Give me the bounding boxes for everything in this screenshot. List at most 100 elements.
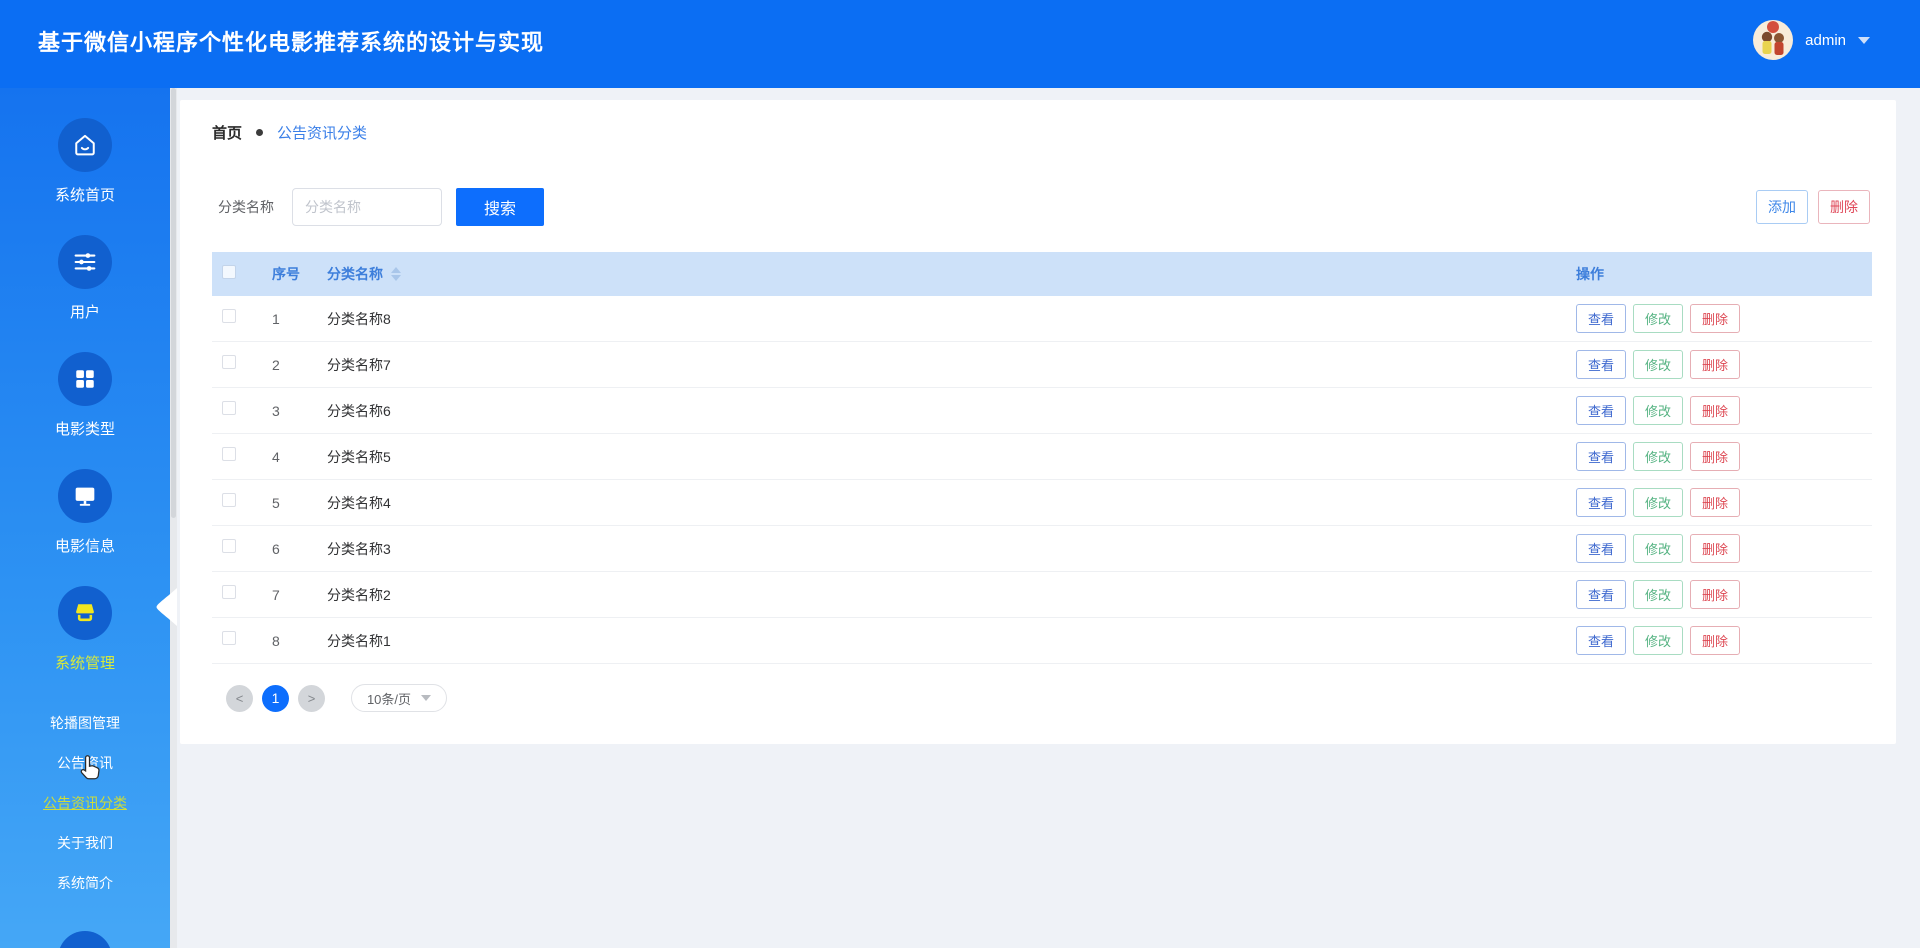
delete-button[interactable]: 删除 [1818,190,1870,224]
select-all-checkbox[interactable] [222,264,236,279]
row-category-name: 分类名称1 [327,632,391,649]
table-row: 8 分类名称1 查看 修改 删除 [212,618,1872,664]
row-delete-button[interactable]: 删除 [1690,626,1740,655]
sliders-icon [58,235,112,289]
sidebar-main-nav: 系统首页用户电影类型电影信息系统管理 [0,88,170,673]
table-row: 5 分类名称4 查看 修改 删除 [212,480,1872,526]
row-category-name: 分类名称2 [327,586,391,603]
row-category-name: 分类名称8 [327,310,391,327]
edit-button[interactable]: 修改 [1633,580,1683,609]
breadcrumb-dot-icon [256,129,264,136]
row-delete-button[interactable]: 删除 [1690,304,1740,333]
row-actions: 查看 修改 删除 [1576,304,1872,333]
archive-icon[interactable] [58,931,112,948]
view-button[interactable]: 查看 [1576,626,1626,655]
row-delete-button[interactable]: 删除 [1690,580,1740,609]
sort-icon[interactable] [391,267,401,281]
row-actions: 查看 修改 删除 [1576,442,1872,471]
search-button[interactable]: 搜索 [456,188,544,226]
search-label: 分类名称 [218,199,274,215]
view-button[interactable]: 查看 [1576,534,1626,563]
row-delete-button[interactable]: 删除 [1690,534,1740,563]
current-page-button[interactable]: 1 [262,684,289,712]
sidebar-item-0[interactable]: 系统首页 [0,118,170,205]
sidebar-item-3[interactable]: 电影信息 [0,469,170,556]
breadcrumb-home: 首页 [212,125,243,142]
edit-button[interactable]: 修改 [1633,488,1683,517]
table-header-row: 序号 分类名称 操作 [212,252,1872,296]
sidebar-scrollbar[interactable] [170,88,177,948]
user-name: admin [1805,31,1846,49]
page-size-value: 10条/页 [366,691,412,707]
category-table: 序号 分类名称 操作 1 分类名称8 查看 修改 删除 2 分类名称7 查看 修改 删除 3 分类名称… [212,252,1872,664]
row-category-name: 分类名称7 [327,356,391,373]
row-category-name: 分类名称6 [327,402,391,419]
row-checkbox[interactable] [222,355,236,369]
sidebar-item-label: 电影类型 [54,421,115,438]
row-index: 6 [272,540,280,557]
view-button[interactable]: 查看 [1576,304,1626,333]
search-input[interactable] [292,188,442,226]
grid-icon [58,352,112,406]
user-menu[interactable]: admin [1753,18,1870,62]
row-index: 7 [272,586,280,603]
edit-button[interactable]: 修改 [1633,626,1683,655]
sidebar-item-1[interactable]: 用户 [0,235,170,322]
col-header-name-label: 分类名称 [327,266,383,282]
row-category-name: 分类名称3 [327,540,391,557]
row-checkbox[interactable] [222,309,236,323]
sidebar-subitem-4[interactable]: 系统简介 [0,863,170,903]
edit-button[interactable]: 修改 [1633,442,1683,471]
row-delete-button[interactable]: 删除 [1690,350,1740,379]
view-button[interactable]: 查看 [1576,442,1626,471]
page-size-select[interactable]: 10条/页 [351,684,447,712]
sidebar-item-2[interactable]: 电影类型 [0,352,170,439]
row-index: 2 [272,356,280,373]
row-checkbox[interactable] [222,447,236,461]
row-delete-button[interactable]: 删除 [1690,396,1740,425]
sidebar-item-label: 用户 [69,304,100,321]
prev-page-button[interactable]: < [226,684,253,712]
add-button[interactable]: 添加 [1756,190,1808,224]
row-category-name: 分类名称5 [327,448,391,465]
edit-button[interactable]: 修改 [1633,396,1683,425]
monitor-icon [58,469,112,523]
view-button[interactable]: 查看 [1576,580,1626,609]
row-checkbox[interactable] [222,631,236,645]
row-index: 3 [272,402,280,419]
row-index: 8 [272,632,280,649]
edit-button[interactable]: 修改 [1633,534,1683,563]
next-page-button[interactable]: > [298,684,325,712]
table-row: 2 分类名称7 查看 修改 删除 [212,342,1872,388]
row-delete-button[interactable]: 删除 [1690,442,1740,471]
view-button[interactable]: 查看 [1576,350,1626,379]
sidebar-item-4[interactable]: 系统管理 [0,586,170,673]
row-index: 4 [272,448,280,465]
row-index: 1 [272,310,280,327]
pagination: < 1 > 10条/页 [226,684,447,712]
row-actions: 查看 修改 删除 [1576,580,1872,609]
sidebar-subitem-0[interactable]: 轮播图管理 [0,703,170,743]
search-form: 分类名称 搜索 [218,188,544,226]
sidebar-item-label: 电影信息 [54,538,115,555]
avatar[interactable] [1753,20,1794,60]
breadcrumb: 首页 公告资讯分类 [212,122,367,143]
breadcrumb-current[interactable]: 公告资讯分类 [277,122,367,143]
row-checkbox[interactable] [222,539,236,553]
sidebar: 系统首页 用户 电影类型 电影信息 系统管理 轮播图管理 公告资讯 公告资讯分类 关于我们 系统… [0,88,170,948]
active-item-notch [156,588,177,626]
row-actions: 查看 修改 删除 [1576,488,1872,517]
row-checkbox[interactable] [222,493,236,507]
row-checkbox[interactable] [222,585,236,599]
sidebar-subitem-1[interactable]: 公告资讯 [0,743,170,783]
sidebar-subitem-2[interactable]: 公告资讯分类 [0,783,170,823]
view-button[interactable]: 查看 [1576,488,1626,517]
edit-button[interactable]: 修改 [1633,304,1683,333]
row-checkbox[interactable] [222,401,236,415]
row-delete-button[interactable]: 删除 [1690,488,1740,517]
row-actions: 查看 修改 删除 [1576,350,1872,379]
edit-button[interactable]: 修改 [1633,350,1683,379]
view-button[interactable]: 查看 [1576,396,1626,425]
sidebar-subitem-3[interactable]: 关于我们 [0,823,170,863]
table-row: 4 分类名称5 查看 修改 删除 [212,434,1872,480]
